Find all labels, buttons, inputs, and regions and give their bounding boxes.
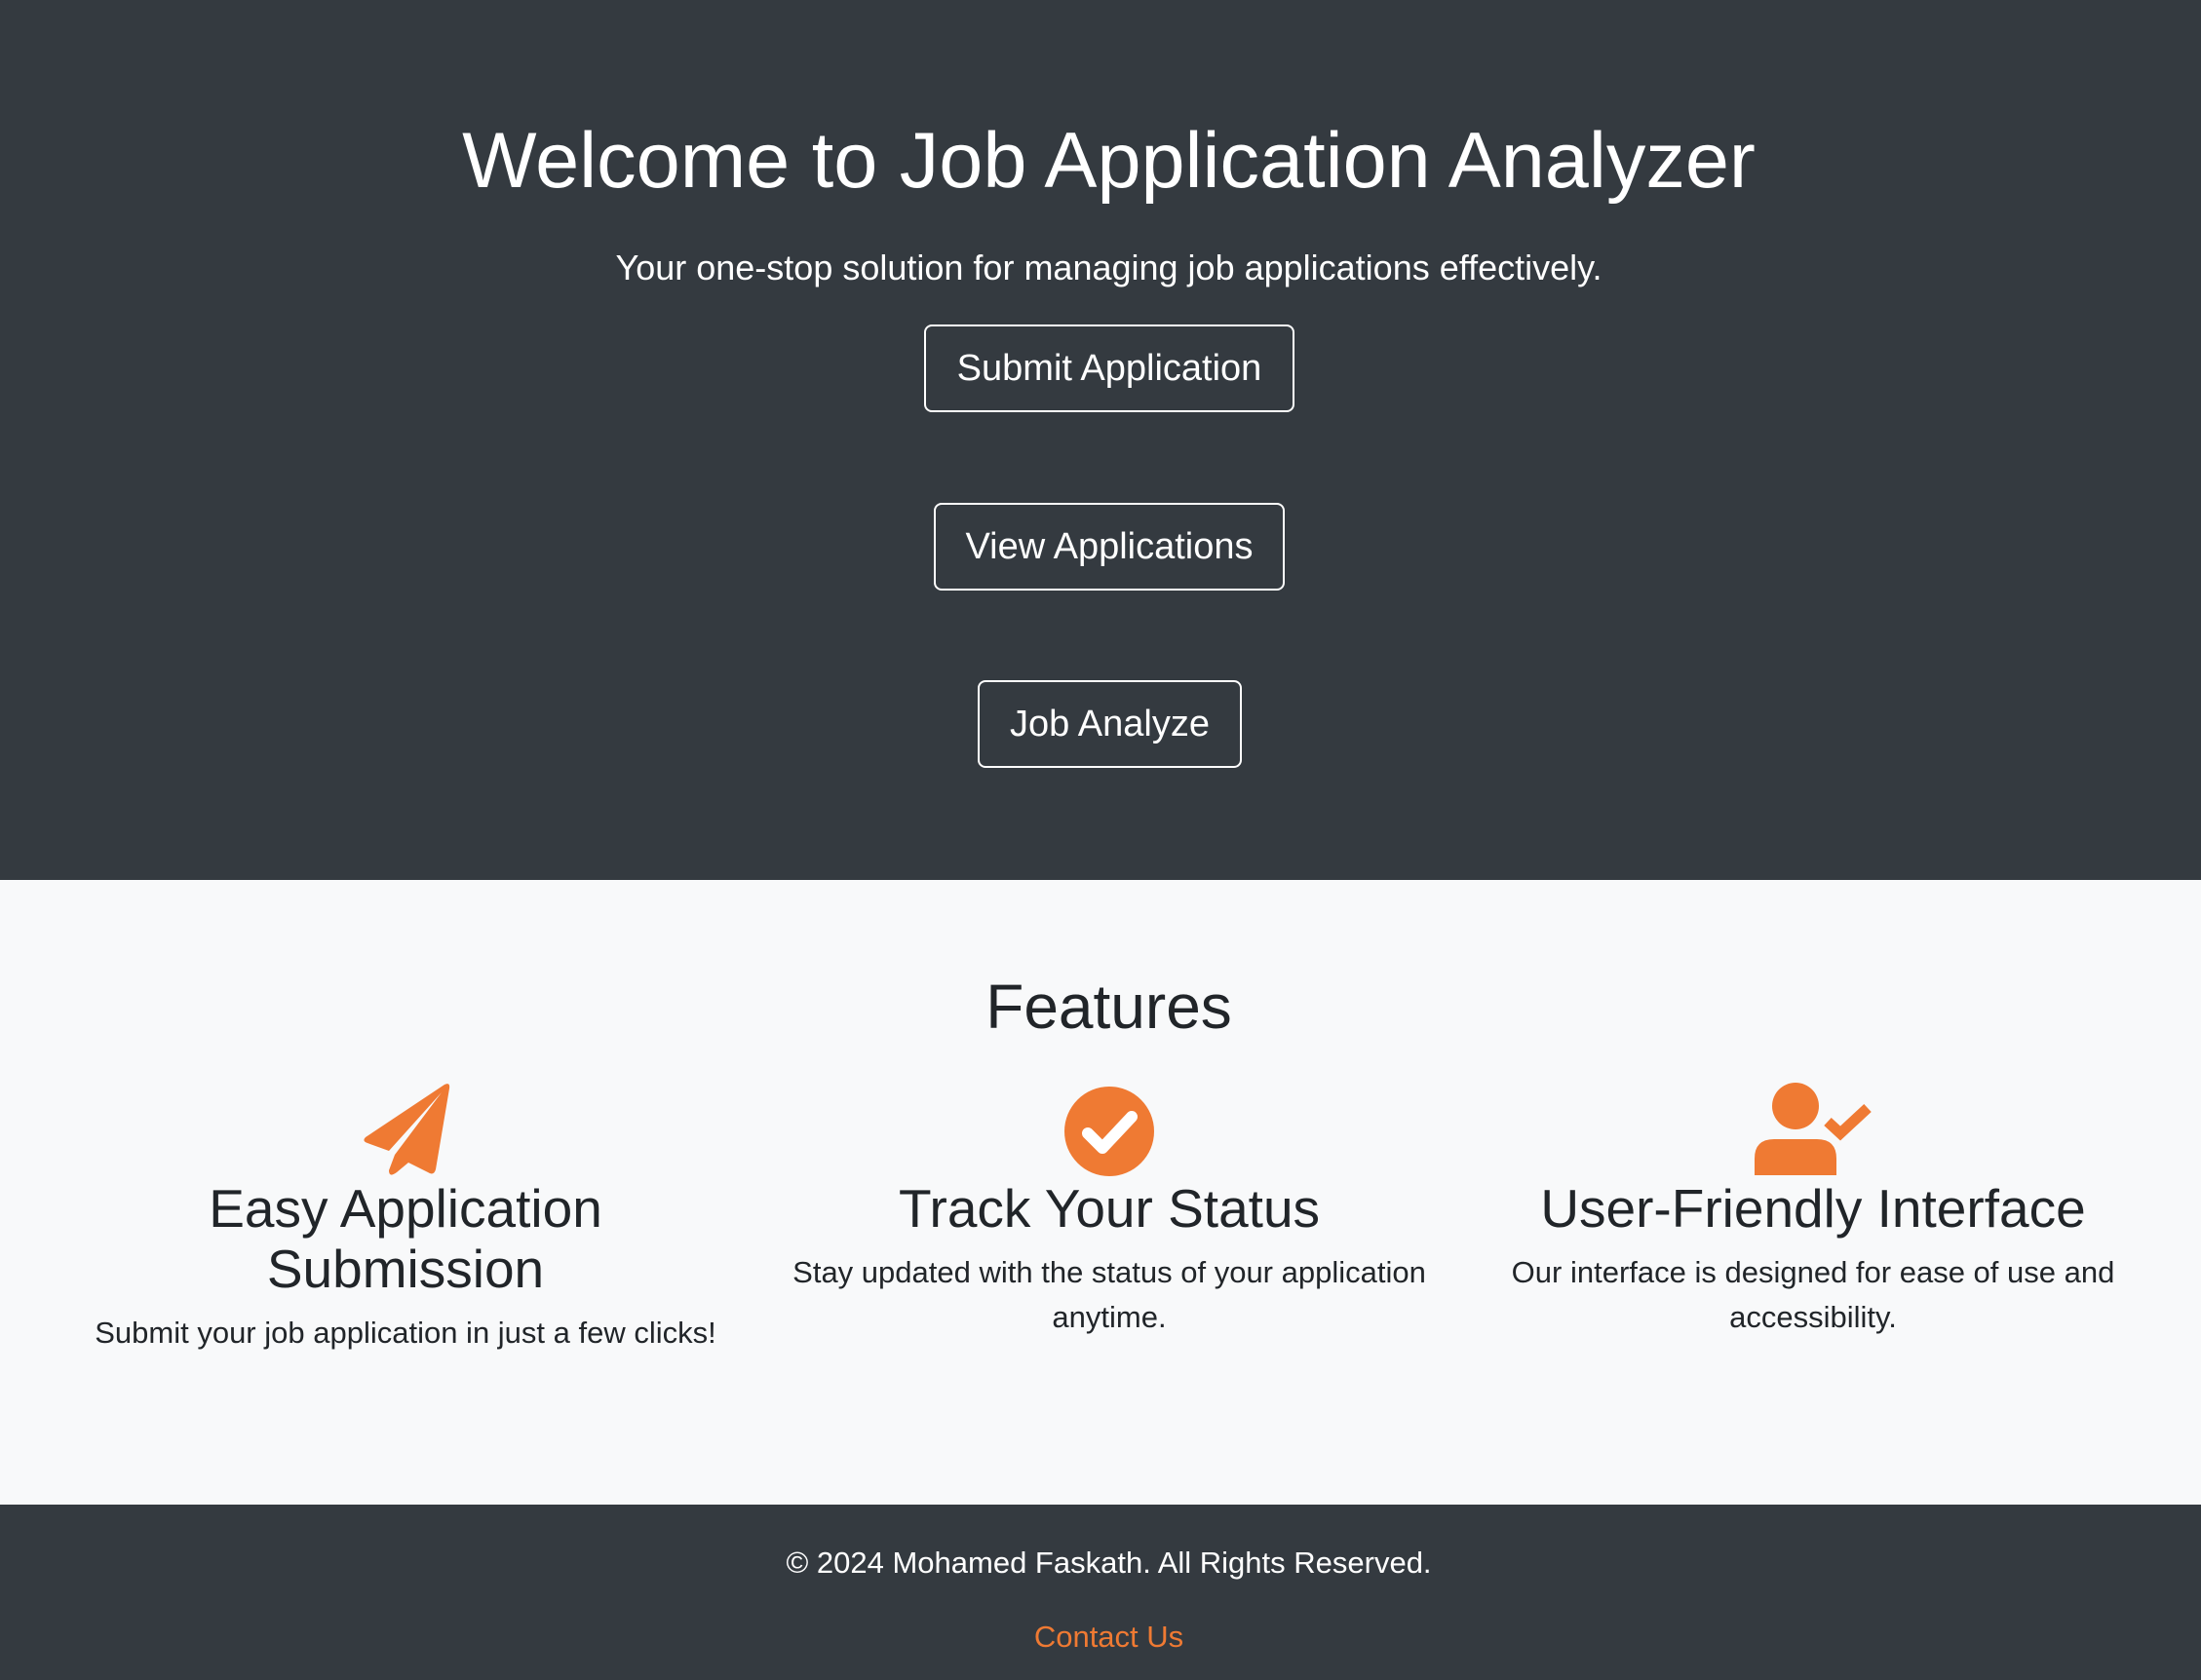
footer-copyright: © 2024 Mohamed Faskath. All Rights Reser… bbox=[786, 1546, 1432, 1580]
paper-plane-icon bbox=[364, 1084, 450, 1175]
feature-description: Stay updated with the status of your app… bbox=[792, 1255, 1426, 1334]
feature-title: Easy Application Submission bbox=[209, 1178, 602, 1299]
hero-section: Welcome to Job Application Analyzer Your… bbox=[0, 0, 2201, 880]
feature-card-user-friendly: User-Friendly Interface Our interface is… bbox=[1482, 1083, 2144, 1340]
feature-title: User-Friendly Interface bbox=[1540, 1178, 2086, 1239]
feature-card-track-status: Track Your Status Stay updated with the … bbox=[778, 1083, 1441, 1340]
feature-description: Submit your job application in just a fe… bbox=[95, 1316, 716, 1350]
features-section: Features Easy Application Submission Sub… bbox=[0, 880, 2201, 1505]
feature-title: Track Your Status bbox=[898, 1178, 1321, 1239]
footer: © 2024 Mohamed Faskath. All Rights Reser… bbox=[0, 1505, 2201, 1680]
user-check-icon bbox=[1755, 1083, 1872, 1175]
check-circle-icon bbox=[1064, 1087, 1154, 1176]
job-analyze-button[interactable]: Job Analyze bbox=[978, 680, 1242, 768]
submit-application-button[interactable]: Submit Application bbox=[924, 325, 1294, 412]
features-title: Features bbox=[985, 972, 1232, 1042]
feature-description: Our interface is designed for ease of us… bbox=[1511, 1255, 2115, 1334]
feature-card-easy-submission: Easy Application Submission Submit your … bbox=[74, 1083, 737, 1355]
contact-us-link-row: Contact Us bbox=[0, 1618, 2201, 1657]
view-applications-button[interactable]: View Applications bbox=[934, 503, 1285, 591]
contact-us-link[interactable]: Contact Us bbox=[1034, 1620, 1183, 1654]
hero-title: Welcome to Job Application Analyzer bbox=[462, 117, 1756, 205]
hero-subtitle: Your one-stop solution for managing job … bbox=[615, 248, 1602, 287]
